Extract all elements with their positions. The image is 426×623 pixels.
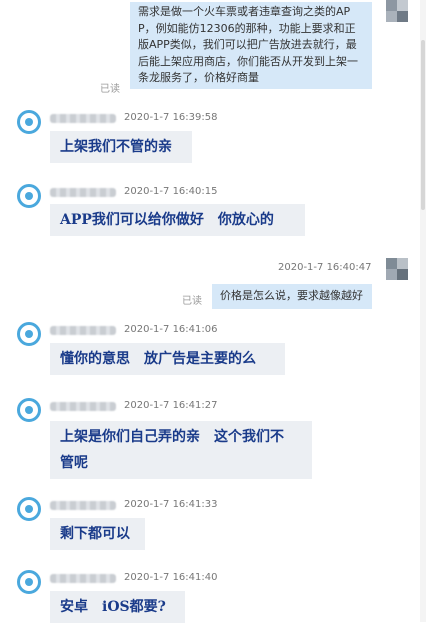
contact-avatar[interactable] — [17, 322, 41, 346]
message-line: 懂你的意思 放广告是主要的么 — [60, 351, 256, 367]
chat-history: 需求是做一个火车票或者违章查询之类的AP P，例如能仿12306的那种，功能上要… — [0, 0, 420, 623]
message-line: 管呢 — [60, 455, 88, 471]
message-timestamp: 2020-1-7 16:41:40 — [124, 572, 218, 583]
message-timestamp: 2020-1-7 16:40:47 — [278, 262, 372, 273]
contact-avatar[interactable] — [17, 497, 41, 521]
incoming-message-bubble: APP我们可以给你做好 你放心的 — [50, 204, 305, 236]
contact-name-blurred — [50, 326, 116, 335]
read-receipt: 已读 — [182, 296, 202, 307]
incoming-message-bubble: 安卓 iOS都要? — [50, 591, 185, 623]
outgoing-message-bubble: 需求是做一个火车票或者违章查询之类的AP P，例如能仿12306的那种，功能上要… — [130, 2, 372, 89]
user-avatar[interactable] — [386, 0, 408, 22]
contact-name-blurred — [50, 188, 116, 197]
scrollbar-thumb[interactable] — [421, 40, 425, 210]
message-line: 价格是怎么说，要求越像越好 — [220, 289, 363, 302]
contact-name-blurred — [50, 574, 116, 583]
message-line: 上架是你们自己弄的亲 这个我们不 — [60, 429, 284, 445]
incoming-message-bubble: 上架是你们自己弄的亲 这个我们不 管呢 — [50, 421, 312, 479]
message-timestamp: 2020-1-7 16:41:33 — [124, 499, 218, 510]
contact-avatar[interactable] — [17, 398, 41, 422]
contact-name-blurred — [50, 501, 116, 510]
contact-name-blurred — [50, 114, 116, 123]
contact-avatar[interactable] — [17, 110, 41, 134]
contact-avatar[interactable] — [17, 184, 41, 208]
incoming-message-bubble: 剩下都可以 — [50, 518, 145, 550]
chat-scrollbar[interactable] — [420, 0, 426, 622]
message-line: 安卓 iOS都要? — [60, 599, 166, 615]
message-timestamp: 2020-1-7 16:41:27 — [124, 400, 218, 411]
message-line: P，例如能仿12306的那种，功能上要求和正 — [138, 21, 356, 35]
message-line: APP我们可以给你做好 你放心的 — [60, 212, 274, 228]
message-line: 版APP类似，我们可以把广告放进去就行，最 — [138, 38, 357, 51]
message-timestamp: 2020-1-7 16:41:06 — [124, 324, 218, 335]
message-timestamp: 2020-1-7 16:40:15 — [124, 186, 218, 197]
user-avatar[interactable] — [386, 258, 408, 280]
contact-avatar[interactable] — [17, 570, 41, 594]
contact-name-blurred — [50, 402, 116, 411]
message-line: 上架我们不管的亲 — [60, 139, 172, 155]
incoming-message-bubble: 上架我们不管的亲 — [50, 131, 192, 163]
message-timestamp: 2020-1-7 16:39:58 — [124, 112, 218, 123]
read-receipt: 已读 — [100, 84, 120, 95]
message-line: 后能上架应用商店，你们能否从开发到上架一 — [138, 54, 358, 68]
incoming-message-bubble: 懂你的意思 放广告是主要的么 — [50, 343, 285, 375]
message-line: 剩下都可以 — [60, 526, 130, 542]
message-line: 条龙服务了，价格好商量 — [138, 71, 259, 84]
message-line: 需求是做一个火车票或者违章查询之类的AP — [138, 5, 351, 18]
outgoing-message-bubble: 价格是怎么说，要求越像越好 — [212, 284, 372, 309]
